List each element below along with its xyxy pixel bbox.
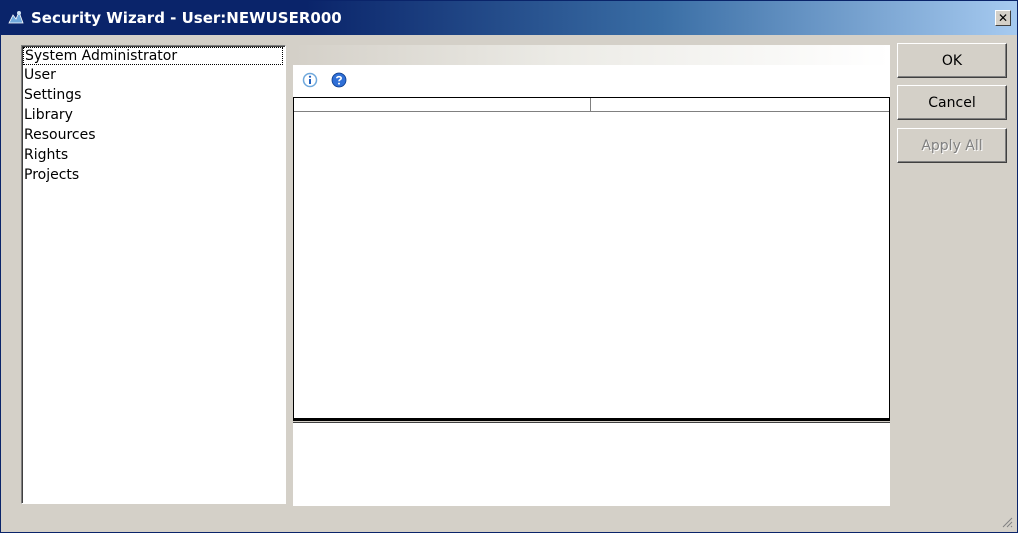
detail-pane	[293, 423, 890, 506]
info-icon[interactable]	[302, 72, 318, 88]
help-icon[interactable]	[331, 72, 347, 88]
close-button[interactable]: ✕	[995, 10, 1011, 26]
list-item-rights[interactable]: Rights	[22, 145, 285, 165]
resize-grip-icon[interactable]	[1001, 516, 1013, 528]
window-title: Security Wizard - User:NEWUSER000	[31, 9, 342, 27]
grid-column-1[interactable]	[294, 98, 591, 111]
list-item-library[interactable]: Library	[22, 105, 285, 125]
close-icon: ✕	[997, 11, 1009, 25]
apply-all-button[interactable]: Apply All	[897, 128, 1007, 163]
security-wizard-window: Security Wizard - User:NEWUSER000 ✕ Syst…	[0, 0, 1018, 533]
properties-grid[interactable]	[293, 97, 890, 419]
title-bar[interactable]: Security Wizard - User:NEWUSER000 ✕	[1, 1, 1017, 35]
list-item-settings[interactable]: Settings	[22, 85, 285, 105]
list-item-system-administrator[interactable]: System Administrator	[23, 47, 283, 65]
grid-header	[294, 98, 889, 112]
cancel-button[interactable]: Cancel	[897, 85, 1007, 120]
content-header	[293, 45, 890, 65]
list-item-projects[interactable]: Projects	[22, 165, 285, 185]
list-item-user[interactable]: User	[22, 65, 285, 85]
grid-column-2[interactable]	[591, 98, 889, 111]
list-item-resources[interactable]: Resources	[22, 125, 285, 145]
app-icon	[8, 10, 24, 24]
ok-button[interactable]: OK	[897, 43, 1007, 78]
category-list[interactable]: System Administrator User Settings Libra…	[21, 45, 286, 504]
content-panel	[293, 45, 890, 506]
toolbar	[293, 67, 890, 95]
